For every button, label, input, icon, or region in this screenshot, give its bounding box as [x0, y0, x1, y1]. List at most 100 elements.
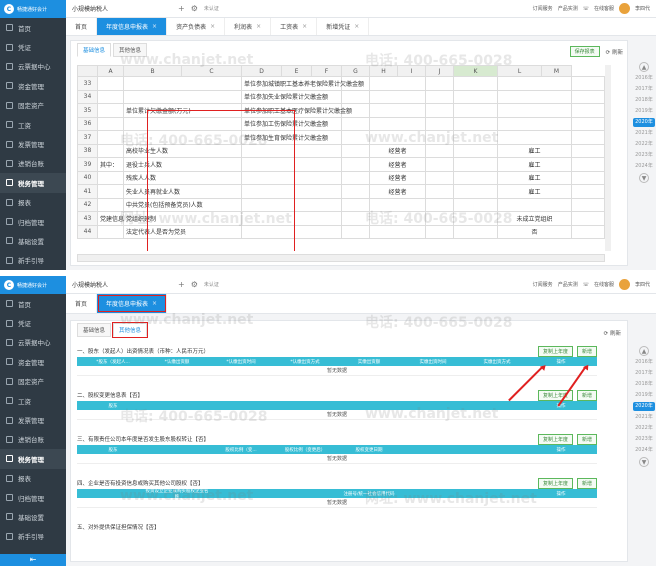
table-cell[interactable]: 经营者	[369, 143, 426, 158]
sidebar-item[interactable]: 云票据中心	[0, 333, 66, 352]
table-cell[interactable]	[497, 116, 572, 131]
refresh-button[interactable]: ⟳ 刷新	[606, 48, 623, 56]
copy-last-year-button[interactable]: 复制上年度	[537, 477, 573, 489]
table-cell[interactable]: 单位参加失业保险累计欠缴金额	[241, 89, 342, 104]
tab-payroll[interactable]: 工资表 ×	[271, 18, 318, 35]
table-cell[interactable]	[571, 76, 605, 91]
column-header[interactable]: C	[181, 65, 242, 77]
table-cell[interactable]: 雇工	[497, 170, 572, 185]
add-button[interactable]: 新增	[576, 345, 597, 357]
refresh-button[interactable]: ⟳ 刷新	[604, 329, 621, 337]
table-cell[interactable]	[453, 211, 498, 226]
table-cell[interactable]	[341, 170, 370, 185]
table-cell[interactable]	[425, 103, 454, 118]
tab-income-statement[interactable]: 利润表 ×	[225, 18, 272, 35]
row-number[interactable]: 33	[77, 76, 98, 91]
close-icon[interactable]: ×	[152, 300, 157, 307]
column-header[interactable]: K	[453, 65, 498, 77]
header-action-2[interactable]: 产品实测	[558, 5, 578, 12]
sidebar-item[interactable]: 固定资产	[0, 96, 66, 115]
settings-icon[interactable]: ⚙	[191, 280, 198, 289]
table-cell[interactable]	[97, 103, 124, 118]
table-cell[interactable]	[453, 170, 498, 185]
sidebar-item[interactable]: 进销台账	[0, 430, 66, 449]
table-cell[interactable]	[341, 184, 370, 199]
sidebar-item[interactable]: 云票据中心	[0, 57, 66, 76]
row-number[interactable]: 40	[77, 170, 98, 185]
table-cell[interactable]	[369, 103, 426, 118]
table-cell[interactable]: 党建信息	[97, 211, 124, 226]
row-number[interactable]: 43	[77, 211, 98, 226]
table-cell[interactable]	[341, 211, 370, 226]
table-cell[interactable]: 经营者	[369, 184, 426, 199]
table-cell[interactable]	[571, 184, 605, 199]
table-cell[interactable]	[497, 130, 572, 145]
close-icon[interactable]: ×	[152, 23, 157, 30]
table-cell[interactable]	[425, 184, 454, 199]
table-cell[interactable]	[425, 197, 454, 212]
year-option[interactable]: 2017年	[633, 85, 655, 94]
year-option[interactable]: 2016年	[633, 358, 655, 367]
vertical-scrollbar[interactable]	[605, 65, 611, 251]
row-number[interactable]: 36	[77, 116, 98, 131]
table-cell[interactable]	[425, 224, 454, 239]
year-option[interactable]: 2024年	[633, 162, 655, 171]
table-cell[interactable]	[425, 76, 454, 91]
user-name[interactable]: 李四代	[635, 281, 650, 288]
tab-annual-report[interactable]: 年度信息申报表 ×	[97, 294, 168, 313]
sidebar-item[interactable]: 归档管理	[0, 488, 66, 507]
column-header[interactable]: A	[97, 65, 124, 77]
row-number[interactable]: 37	[77, 130, 98, 145]
settings-icon[interactable]: ⚙	[191, 4, 198, 13]
table-cell[interactable]: 经营者	[369, 170, 426, 185]
sidebar-item[interactable]: 工资	[0, 391, 66, 410]
year-option[interactable]: 2021年	[633, 413, 655, 422]
chevron-up-icon[interactable]: ▲	[639, 346, 649, 356]
table-cell[interactable]	[497, 103, 572, 118]
sidebar-item[interactable]: 基础设置	[0, 231, 66, 250]
table-cell[interactable]	[123, 89, 242, 104]
table-cell[interactable]	[369, 89, 426, 104]
service-icon[interactable]: ☏	[583, 282, 589, 288]
year-option[interactable]: 2022年	[633, 424, 655, 433]
table-cell[interactable]	[571, 116, 605, 131]
sidebar-item[interactable]: 发票管理	[0, 410, 66, 429]
table-cell[interactable]	[341, 89, 370, 104]
company-name[interactable]: 小规模纳税人	[72, 4, 172, 13]
table-cell[interactable]: 经营者	[369, 157, 426, 172]
service-link[interactable]: 在线客服	[594, 5, 614, 12]
user-name[interactable]: 李四代	[635, 5, 650, 12]
tab-balance-sheet[interactable]: 资产负债表 ×	[167, 18, 226, 35]
table-cell[interactable]	[453, 143, 498, 158]
sidebar-item[interactable]: 凭证	[0, 37, 66, 56]
sidebar-item[interactable]: 首页	[0, 18, 66, 37]
subtab-basic-info[interactable]: 基础信息	[77, 323, 112, 337]
column-header[interactable]: L	[497, 65, 542, 77]
sidebar-item[interactable]: 固定资产	[0, 372, 66, 391]
close-icon[interactable]: ×	[354, 23, 359, 30]
table-cell[interactable]	[425, 211, 454, 226]
avatar[interactable]	[618, 279, 630, 290]
year-option[interactable]: 2017年	[633, 369, 655, 378]
service-link[interactable]: 在线客服	[594, 281, 614, 288]
year-option[interactable]: 2016年	[633, 74, 655, 83]
table-cell[interactable]	[571, 130, 605, 145]
year-option[interactable]: 2020年	[633, 118, 655, 127]
column-header[interactable]: M	[541, 65, 572, 77]
table-cell[interactable]	[369, 197, 426, 212]
table-cell[interactable]	[369, 76, 426, 91]
year-option[interactable]: 2018年	[633, 380, 655, 389]
table-cell[interactable]	[341, 224, 370, 239]
table-cell[interactable]	[453, 76, 498, 91]
year-option[interactable]: 2023年	[633, 435, 655, 444]
table-cell[interactable]	[453, 157, 498, 172]
year-option[interactable]: 2023年	[633, 151, 655, 160]
avatar[interactable]	[618, 3, 630, 14]
table-cell[interactable]	[341, 116, 370, 131]
table-cell[interactable]	[453, 116, 498, 131]
header-action-1[interactable]: 订阅服务	[533, 5, 553, 12]
table-cell[interactable]: 雇工	[497, 143, 572, 158]
copy-last-year-button[interactable]: 复制上年度	[537, 433, 573, 445]
table-cell[interactable]	[97, 170, 124, 185]
column-header[interactable]: D	[241, 65, 282, 77]
